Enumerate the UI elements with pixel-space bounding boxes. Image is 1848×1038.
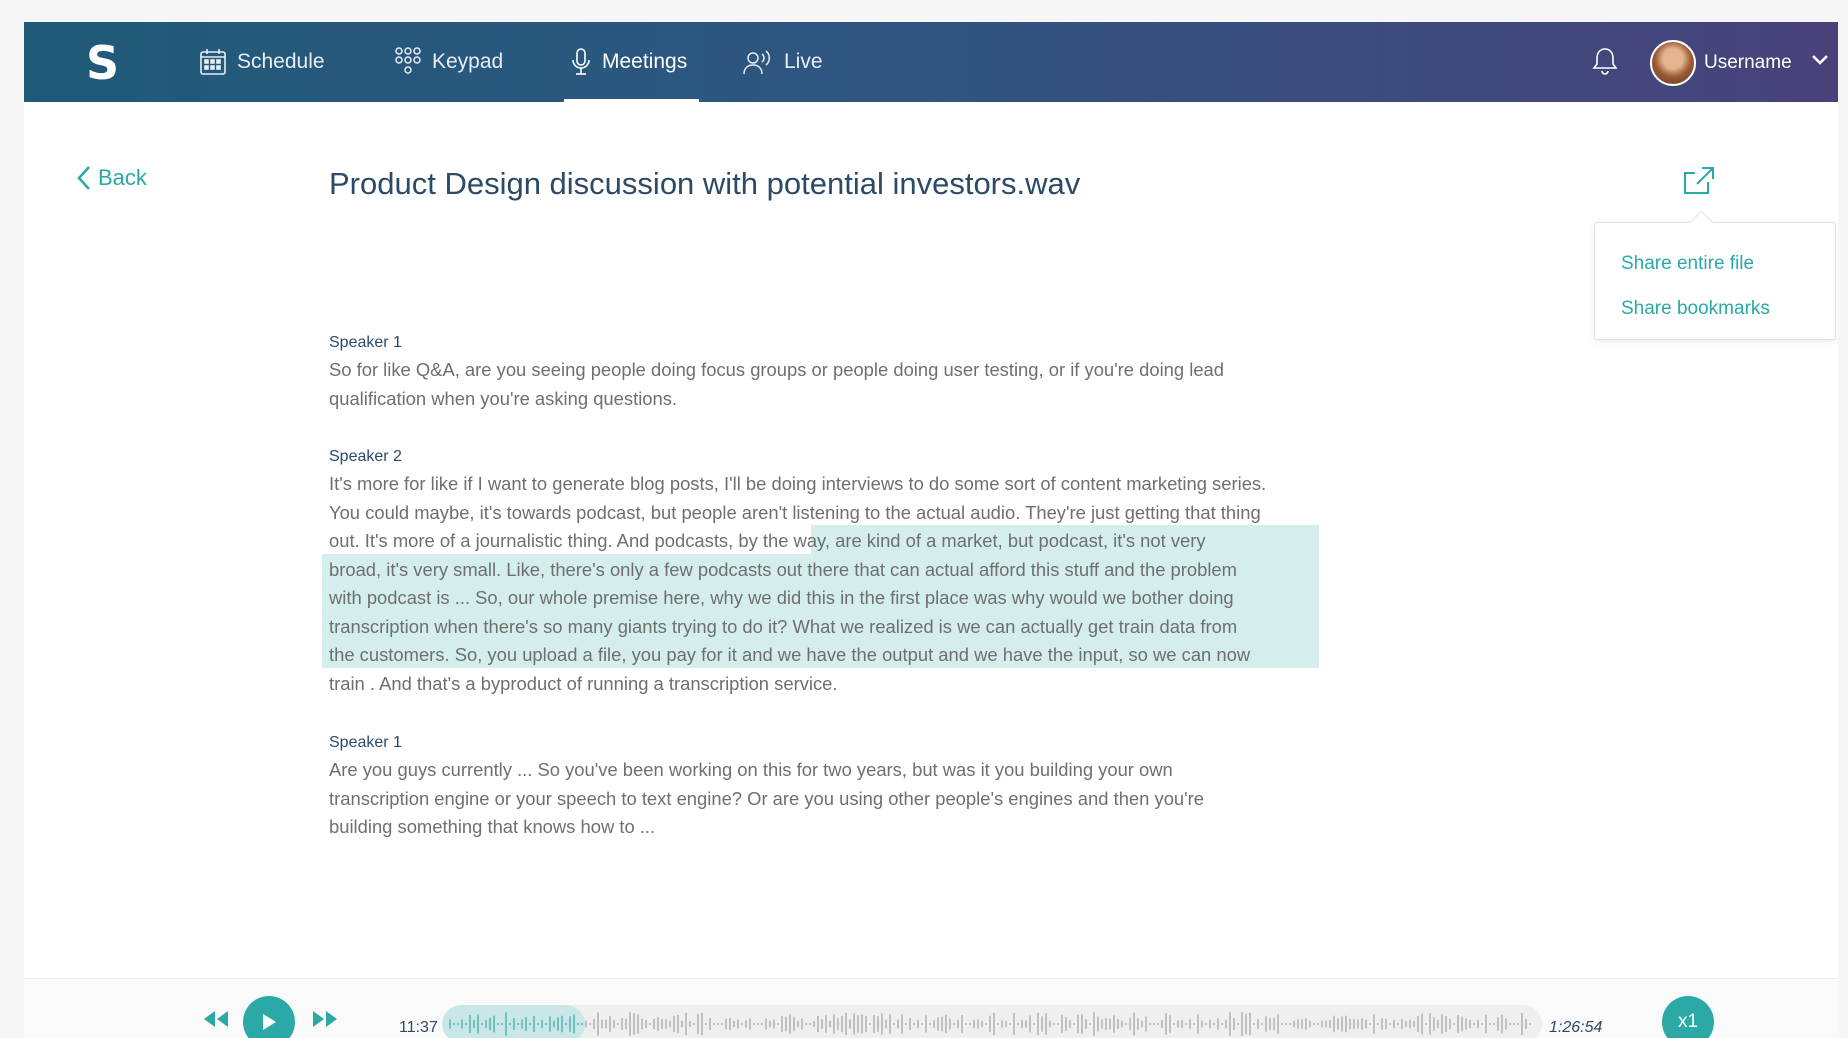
- back-button[interactable]: Back: [76, 164, 147, 192]
- duration-time: 1:26:54: [1549, 1019, 1603, 1036]
- transcript-segment: Speaker 1 So for like Q&A, are you seein…: [329, 334, 1359, 413]
- speaker-label: Speaker 2: [329, 448, 402, 465]
- nav-item-keypad[interactable]: Keypad: [394, 22, 503, 102]
- nav-label-keypad: Keypad: [432, 50, 504, 73]
- waveform-scrubber[interactable]: [442, 1005, 1542, 1038]
- speaker-label: Speaker 1: [329, 734, 402, 751]
- back-label: Back: [98, 165, 147, 190]
- share-icon[interactable]: [1682, 164, 1716, 196]
- calendar-icon: [200, 49, 226, 75]
- play-button[interactable]: [243, 996, 295, 1038]
- nav-item-schedule[interactable]: Schedule: [199, 22, 325, 102]
- keypad-icon: [395, 47, 421, 74]
- play-icon: [263, 1014, 276, 1030]
- rewind-icon[interactable]: [202, 1009, 230, 1029]
- microphone-icon: [572, 48, 590, 75]
- speaker-label: Speaker 1: [329, 334, 402, 351]
- share-entire-file-option[interactable]: Share entire file: [1621, 253, 1754, 275]
- chevron-down-icon[interactable]: [1810, 50, 1830, 70]
- share-dropdown-menu: Share entire file Share bookmarks: [1594, 222, 1836, 340]
- nav-label-live: Live: [784, 50, 823, 73]
- user-avatar[interactable]: [1650, 40, 1696, 86]
- transcript-segment: Speaker 2 It's more for like if I want t…: [322, 448, 1359, 698]
- live-broadcast-icon: [743, 50, 771, 75]
- audio-player-bar: 15s 15s 11:37 1:26:54 x1: [24, 978, 1838, 1038]
- username-label[interactable]: Username: [1704, 52, 1792, 74]
- playback-speed-button[interactable]: x1: [1662, 996, 1714, 1038]
- app-logo[interactable]: S: [86, 36, 119, 90]
- segment-text[interactable]: It's more for like if I want to generate…: [329, 470, 1359, 698]
- nav-item-meetings[interactable]: Meetings: [564, 22, 700, 102]
- segment-text[interactable]: So for like Q&A, are you seeing people d…: [329, 356, 1359, 413]
- segment-text[interactable]: Are you guys currently ... So you've bee…: [329, 756, 1359, 842]
- nav-item-live[interactable]: Live: [742, 22, 823, 102]
- page-title: Product Design discussion with potential…: [329, 166, 1081, 201]
- nav-label-schedule: Schedule: [237, 50, 325, 73]
- share-bookmarks-option[interactable]: Share bookmarks: [1621, 298, 1770, 320]
- chevron-left-icon: [77, 166, 90, 190]
- top-navigation-bar: S Schedule Keypad Meetings Live Username: [24, 22, 1838, 102]
- fast-forward-icon[interactable]: [311, 1009, 339, 1029]
- nav-label-meetings: Meetings: [602, 50, 688, 73]
- transcript-segment: Speaker 1 Are you guys currently ... So …: [329, 734, 1359, 842]
- notification-bell-icon[interactable]: [1592, 46, 1618, 76]
- app-window: S Schedule Keypad Meetings Live Username…: [24, 22, 1838, 1038]
- current-time: 11:37: [399, 1019, 438, 1036]
- waveform-bars: [449, 1012, 1531, 1036]
